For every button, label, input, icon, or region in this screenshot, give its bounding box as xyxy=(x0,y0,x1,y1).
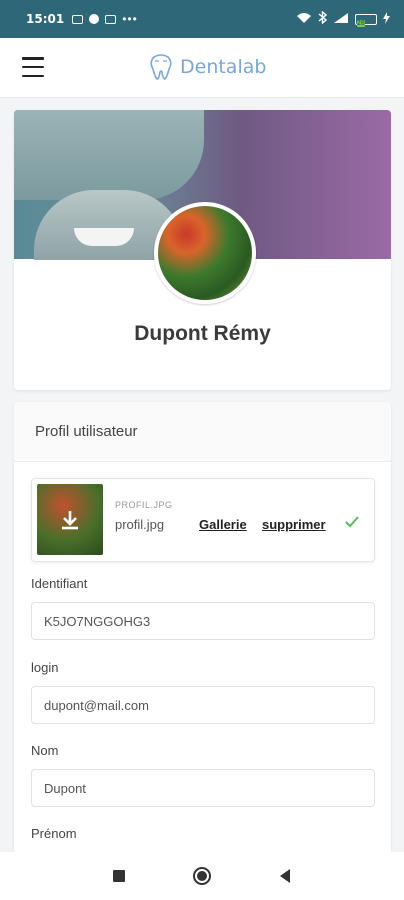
file-label: PROFIL.JPG xyxy=(115,500,173,510)
nom-label: Nom xyxy=(31,743,59,758)
battery-icon: 28 xyxy=(355,13,377,27)
more-notifications-icon: ••• xyxy=(122,12,138,26)
profile-picture-upload: PROFIL.JPG profil.jpg Gallerie supprimer xyxy=(31,478,375,562)
avatar[interactable] xyxy=(154,202,256,304)
status-bar: 15:01 ••• 28 xyxy=(0,0,404,38)
app-icon xyxy=(105,14,117,24)
profile-picture-thumbnail[interactable] xyxy=(37,484,103,555)
battery-level: 28 xyxy=(357,19,365,27)
identifiant-field[interactable]: K5JO7NGGOHG3 xyxy=(31,602,375,640)
download-icon xyxy=(62,510,78,529)
menu-icon[interactable] xyxy=(22,57,44,77)
check-icon xyxy=(345,516,359,528)
charging-icon xyxy=(383,11,390,27)
nom-field[interactable]: Dupont xyxy=(31,769,375,807)
prenom-label: Prénom xyxy=(31,826,77,841)
form-title: Profil utilisateur xyxy=(14,402,391,462)
delete-link[interactable]: supprimer xyxy=(262,517,326,532)
gallery-link[interactable]: Gallerie xyxy=(199,517,247,532)
brand[interactable]: Dentalab xyxy=(146,52,266,82)
status-system-icons: 28 xyxy=(296,10,390,27)
profile-name: Dupont Rémy xyxy=(134,322,271,345)
nav-recents-icon[interactable] xyxy=(113,870,125,882)
wifi-icon xyxy=(296,12,312,27)
system-nav-bar xyxy=(0,852,404,900)
status-time: 15:01 xyxy=(26,12,65,26)
tooth-logo-icon xyxy=(150,54,172,80)
notification-icon xyxy=(89,14,100,24)
app-bar: Dentalab xyxy=(0,38,404,98)
brand-name: Dentalab xyxy=(180,56,267,78)
profile-card: Dupont Rémy xyxy=(14,110,391,390)
message-icon xyxy=(72,14,84,24)
nav-back-icon[interactable] xyxy=(280,869,290,883)
file-name: profil.jpg xyxy=(115,517,165,532)
user-profile-form: Profil utilisateur PROFIL.JPG profil.jpg… xyxy=(14,402,391,872)
login-field[interactable]: dupont@mail.com xyxy=(31,686,375,724)
nav-home-icon[interactable] xyxy=(193,867,211,885)
identifiant-label: Identifiant xyxy=(31,576,88,591)
bluetooth-icon xyxy=(318,10,328,27)
status-notification-icons: ••• xyxy=(72,12,138,26)
signal-icon xyxy=(333,12,349,27)
login-label: login xyxy=(31,660,59,675)
